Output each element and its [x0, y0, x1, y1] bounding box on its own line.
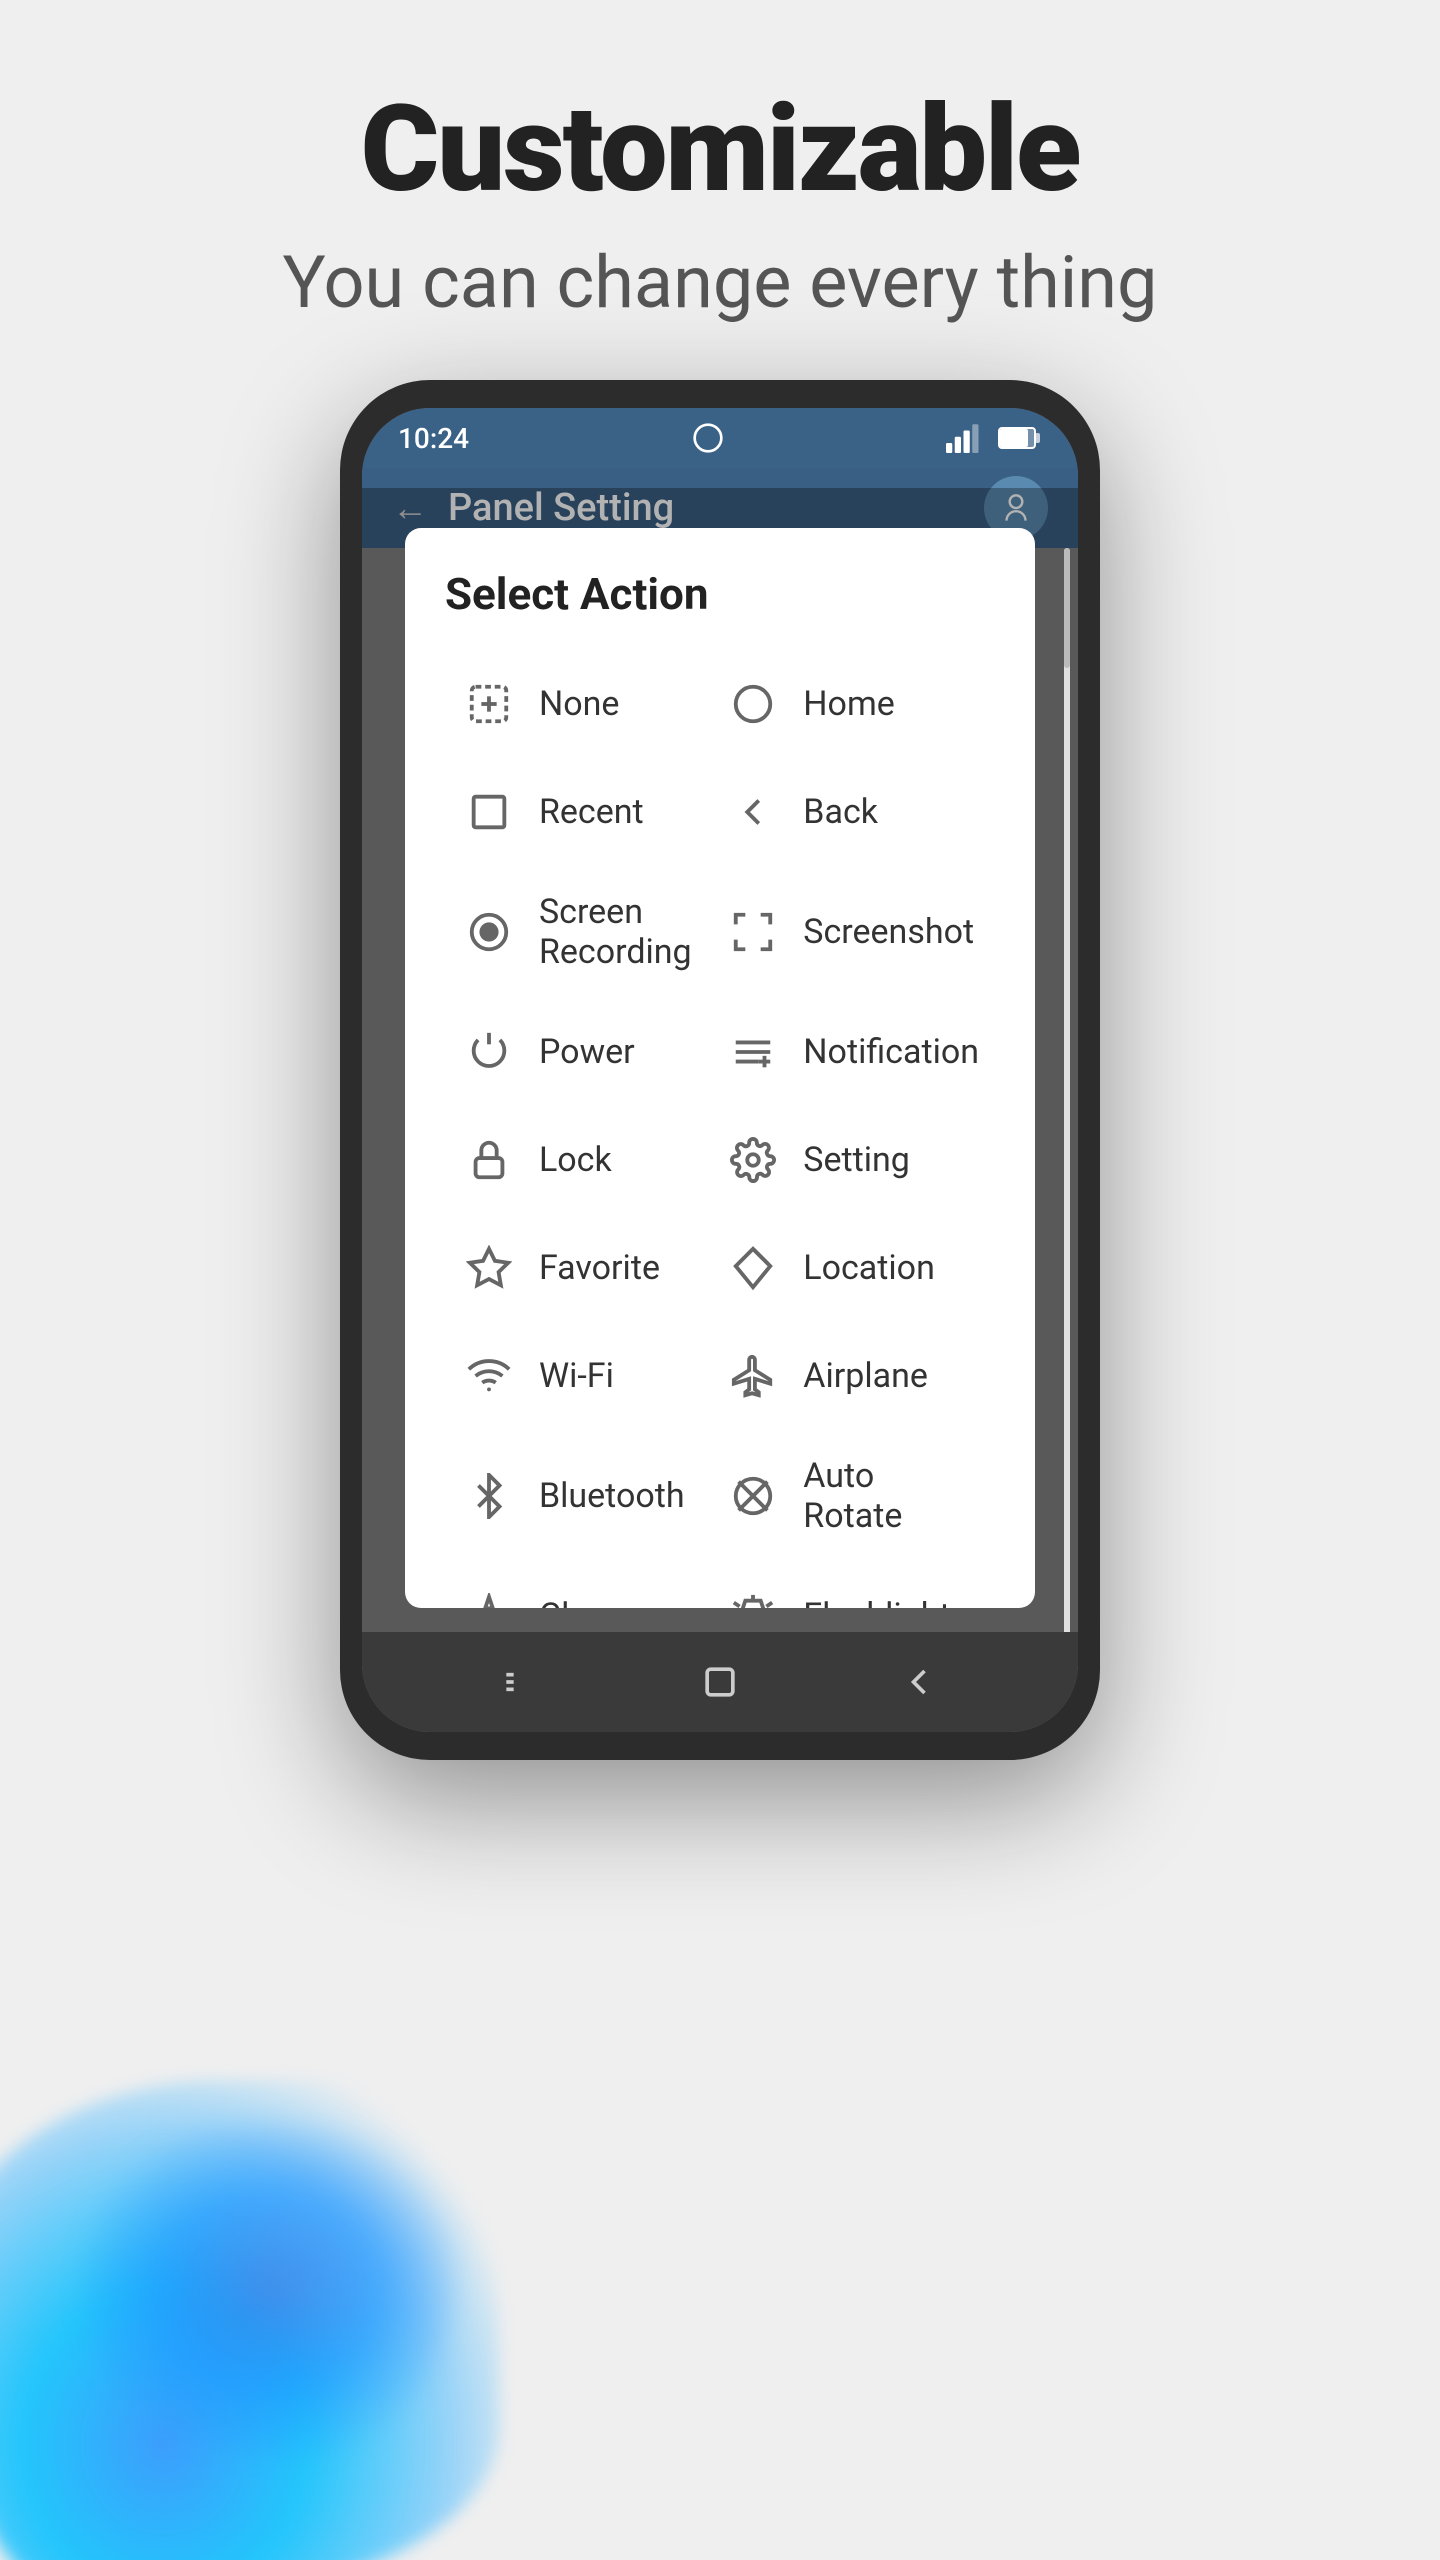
action-lock[interactable]: Lock	[445, 1106, 709, 1214]
none-icon	[461, 676, 517, 732]
action-notification[interactable]: Notification	[709, 998, 995, 1106]
action-location[interactable]: Location	[709, 1214, 995, 1322]
power-label: Power	[539, 1032, 635, 1072]
dialog-title: Select Action	[445, 568, 995, 620]
dialog-overlay: Select Action None	[362, 488, 1078, 1732]
action-clean[interactable]: Clean	[445, 1562, 709, 1608]
phone-frame: 10:24	[340, 380, 1100, 1760]
flashlight-label: Flashlight	[803, 1596, 950, 1608]
location-icon	[725, 1240, 781, 1296]
action-back[interactable]: Back	[709, 758, 995, 866]
status-time: 10:24	[398, 422, 469, 455]
action-grid: None Home	[445, 650, 995, 1608]
home-icon	[725, 676, 781, 732]
battery-icon	[998, 424, 1042, 452]
action-recent[interactable]: Recent	[445, 758, 709, 866]
lock-label: Lock	[539, 1140, 612, 1180]
select-action-dialog: Select Action None	[405, 528, 1035, 1608]
bottom-nav	[362, 1632, 1078, 1732]
notification-label: Notification	[803, 1032, 979, 1072]
favorite-label: Favorite	[539, 1248, 660, 1288]
power-icon	[461, 1024, 517, 1080]
phone-screen: 10:24	[362, 408, 1078, 1732]
smoke-blob-2	[80, 2120, 460, 2460]
auto-rotate-icon	[725, 1468, 781, 1524]
screenshot-icon	[725, 904, 781, 960]
action-screen-recording[interactable]: Screen Recording	[445, 866, 709, 998]
action-wifi[interactable]: Wi-Fi	[445, 1322, 709, 1430]
hero-subtitle: You can change every thing	[0, 240, 1440, 325]
wifi-label: Wi-Fi	[539, 1356, 614, 1396]
airplane-label: Airplane	[803, 1356, 928, 1396]
nav-menu-button[interactable]	[499, 1660, 543, 1704]
bluetooth-icon	[461, 1468, 517, 1524]
lock-icon	[461, 1132, 517, 1188]
action-power[interactable]: Power	[445, 998, 709, 1106]
action-home[interactable]: Home	[709, 650, 995, 758]
recent-icon	[461, 784, 517, 840]
flashlight-icon	[725, 1588, 781, 1608]
auto-rotate-label: Auto Rotate	[803, 1456, 902, 1536]
setting-icon	[725, 1132, 781, 1188]
airplane-icon	[725, 1348, 781, 1404]
signal-icon	[946, 422, 986, 454]
action-setting[interactable]: Setting	[709, 1106, 995, 1214]
smoke-decoration	[0, 2000, 580, 2560]
action-auto-rotate[interactable]: Auto Rotate	[709, 1430, 995, 1562]
back-icon	[725, 784, 781, 840]
recent-label: Recent	[539, 792, 644, 832]
none-label: None	[539, 684, 619, 724]
phone-wrapper: 10:24	[340, 380, 1100, 1760]
home-label: Home	[803, 684, 895, 724]
screen-recording-label: Screen Recording	[539, 892, 692, 972]
screen-recording-icon	[461, 904, 517, 960]
setting-label: Setting	[803, 1140, 910, 1180]
favorite-icon	[461, 1240, 517, 1296]
clean-label: Clean	[539, 1596, 625, 1608]
status-bar: 10:24	[362, 408, 1078, 468]
nav-home-button[interactable]	[698, 1660, 742, 1704]
action-none[interactable]: None	[445, 650, 709, 758]
nav-back-button[interactable]	[897, 1660, 941, 1704]
status-circle-icon	[692, 422, 724, 454]
action-screenshot[interactable]: Screenshot	[709, 866, 995, 998]
action-favorite[interactable]: Favorite	[445, 1214, 709, 1322]
back-label: Back	[803, 792, 878, 832]
action-flashlight[interactable]: Flashlight	[709, 1562, 995, 1608]
screenshot-label: Screenshot	[803, 912, 974, 952]
notification-icon	[725, 1024, 781, 1080]
hero-title: Customizable	[0, 0, 1440, 220]
location-label: Location	[803, 1248, 935, 1288]
clean-icon	[461, 1588, 517, 1608]
action-airplane[interactable]: Airplane	[709, 1322, 995, 1430]
wifi-icon	[461, 1348, 517, 1404]
action-bluetooth[interactable]: Bluetooth	[445, 1430, 709, 1562]
page-background: Customizable You can change every thing …	[0, 0, 1440, 2560]
bluetooth-label: Bluetooth	[539, 1476, 685, 1516]
